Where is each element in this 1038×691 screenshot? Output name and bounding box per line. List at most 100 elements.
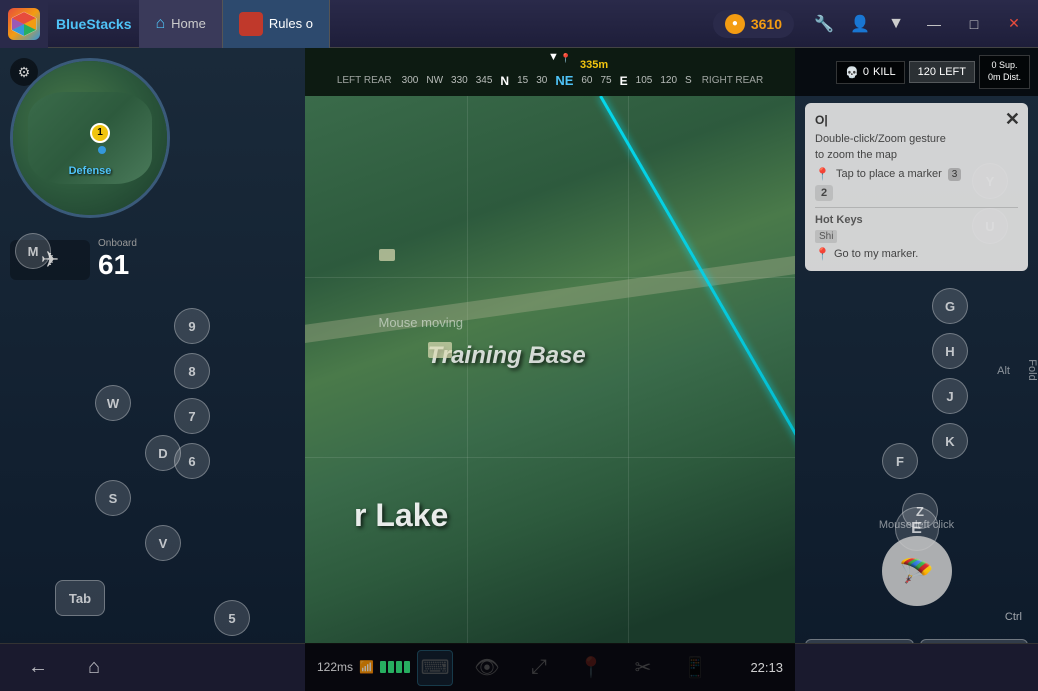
j-key[interactable]: J — [932, 378, 968, 414]
grid-v2 — [628, 96, 629, 643]
tick-e: E — [618, 74, 630, 88]
w-key[interactable]: W — [95, 385, 131, 421]
onboard-section: ✈ Onboard 61 — [10, 238, 137, 281]
marker-instruction: Tap to place a marker — [836, 168, 942, 180]
onboard-info: Onboard 61 — [98, 238, 137, 281]
kill-label: KILL — [873, 66, 896, 78]
tick-300: 300 — [400, 75, 421, 86]
compass-right-label: RIGHT REAR — [702, 75, 764, 86]
num-row: 2 — [815, 185, 1018, 201]
game-area: ⚙ 1 Defense ✈ Onboard 61 M W — [0, 48, 1038, 691]
h-key[interactable]: H — [932, 333, 968, 369]
d-key[interactable]: D — [145, 435, 181, 471]
back-button[interactable]: ← — [20, 650, 56, 686]
time-display: 22:13 — [750, 660, 783, 675]
z-key[interactable]: Z — [902, 493, 938, 529]
compass-bar: 335m 📍 ▼ LEFT REAR 300 NW 330 345 N 15 3… — [305, 48, 795, 96]
parachute-button[interactable]: 🪂 — [882, 536, 952, 606]
building-1 — [379, 249, 395, 261]
alt-label-text: Alt — [997, 365, 1010, 377]
ping-value: 122ms — [317, 660, 353, 674]
taskbar-left: ← ⌂ — [20, 650, 112, 686]
home-tab-label: Home — [171, 16, 206, 31]
goto-marker-icon: 📍 — [815, 247, 830, 261]
plane-icon: ✈ — [10, 240, 90, 280]
title-bar: BlueStacks ⌂ Home Rules o ● 3610 🔧 👤 ▼ —… — [0, 0, 1038, 48]
tick-15: 15 — [515, 75, 530, 86]
tab-game[interactable]: Rules o — [223, 0, 330, 48]
battery-seg-4 — [404, 661, 410, 673]
parachute-icon: 🪂 — [899, 555, 934, 588]
players-left-badge: 120 LEFT — [909, 61, 975, 83]
8-key[interactable]: 8 — [174, 353, 210, 389]
compass-content: 335m 📍 ▼ LEFT REAR 300 NW 330 345 N 15 3… — [305, 67, 795, 92]
battery-seg-1 — [380, 661, 386, 673]
home-button[interactable]: ⌂ — [76, 650, 112, 686]
goto-marker-item: 📍 Go to my marker. — [815, 247, 1018, 261]
popup-close-button[interactable]: ✕ — [1005, 109, 1020, 130]
right-panel: 💀 0 KILL 120 LEFT 0 Sup. 0m Dist. ✕ O| D… — [795, 48, 1038, 691]
left-label: LEFT — [939, 66, 966, 78]
g-key[interactable]: G — [932, 288, 968, 324]
popup-divider — [815, 207, 1018, 208]
game-viewport[interactable]: 335m 📍 ▼ LEFT REAR 300 NW 330 345 N 15 3… — [305, 48, 795, 691]
minimap[interactable]: 1 Defense — [10, 58, 170, 218]
wifi-icon: 📶 — [359, 660, 374, 674]
k-key[interactable]: K — [932, 423, 968, 459]
7-key[interactable]: 7 — [174, 398, 210, 434]
menu-arrow-icon[interactable]: ▼ — [882, 10, 910, 38]
profile-icon[interactable]: 👤 — [846, 10, 874, 38]
tick-30: 30 — [534, 75, 549, 86]
hud-bar: 💀 0 KILL 120 LEFT 0 Sup. 0m Dist. — [795, 48, 1038, 96]
tick-330: 330 — [449, 75, 470, 86]
tab-home[interactable]: ⌂ Home — [139, 0, 222, 48]
instruction-2-text: to zoom the map — [815, 149, 897, 161]
instruction-1-text: Double-click/Zoom gesture — [815, 133, 946, 145]
coin-display: ● 3610 — [713, 10, 794, 38]
fold-label[interactable]: Fold — [1026, 359, 1038, 380]
num-2: 2 — [815, 185, 833, 201]
hotkeys-title: Hot Keys — [815, 214, 1018, 226]
tick-nw: NW — [424, 75, 445, 86]
popup-instruction-2: to zoom the map — [815, 147, 1018, 163]
skull-icon: 💀 — [845, 66, 859, 79]
tick-n: N — [498, 74, 511, 88]
popup-title: O| — [815, 113, 1018, 127]
app-logo — [0, 0, 48, 48]
left-panel: ⚙ 1 Defense ✈ Onboard 61 M W — [0, 48, 305, 691]
close-button[interactable]: ✕ — [998, 8, 1030, 40]
5-key[interactable]: 5 — [214, 600, 250, 636]
shift-key-label: Shi — [815, 230, 837, 243]
minimap-blue-dot — [98, 146, 106, 154]
minimap-player-marker: 1 — [90, 123, 110, 143]
left-count: 120 — [918, 66, 936, 78]
mouse-move-text: Mouse moving — [379, 315, 464, 330]
distance-indicator: 335m — [580, 59, 608, 71]
f-key[interactable]: F — [882, 443, 918, 479]
6-key[interactable]: 6 — [174, 443, 210, 479]
coin-icon: ● — [725, 14, 745, 34]
game-bottom-bar: 122ms 📶 22:13 — [305, 643, 795, 691]
kill-badge: 💀 0 KILL — [836, 61, 904, 84]
maximize-button[interactable]: □ — [958, 8, 990, 40]
wrench-icon[interactable]: 🔧 — [810, 10, 838, 38]
marker-row: 📍 Tap to place a marker 3 — [815, 167, 1018, 181]
shift-row: Shi — [815, 230, 1018, 243]
onboard-count: 61 — [98, 249, 137, 281]
tick-105: 105 — [634, 75, 655, 86]
minimize-button[interactable]: — — [918, 8, 950, 40]
goto-marker-label: Go to my marker. — [834, 248, 918, 260]
game-map[interactable]: Training Base r Lake Mouse moving — [305, 96, 795, 643]
v-key[interactable]: V — [145, 525, 181, 561]
tab-key[interactable]: Tab — [55, 580, 105, 616]
kill-count: 0 — [863, 66, 869, 78]
location-pin-icon: 📍 — [560, 53, 571, 64]
brand-name: BlueStacks — [48, 16, 139, 32]
grid-h2 — [305, 457, 795, 458]
title-actions: 🔧 👤 ▼ — □ ✕ — [802, 8, 1038, 40]
battery-seg-3 — [396, 661, 402, 673]
compass-left-label: LEFT REAR — [337, 75, 392, 86]
s-key[interactable]: S — [95, 480, 131, 516]
alt-key-label: Alt — [997, 361, 1010, 379]
9-key[interactable]: 9 — [174, 308, 210, 344]
